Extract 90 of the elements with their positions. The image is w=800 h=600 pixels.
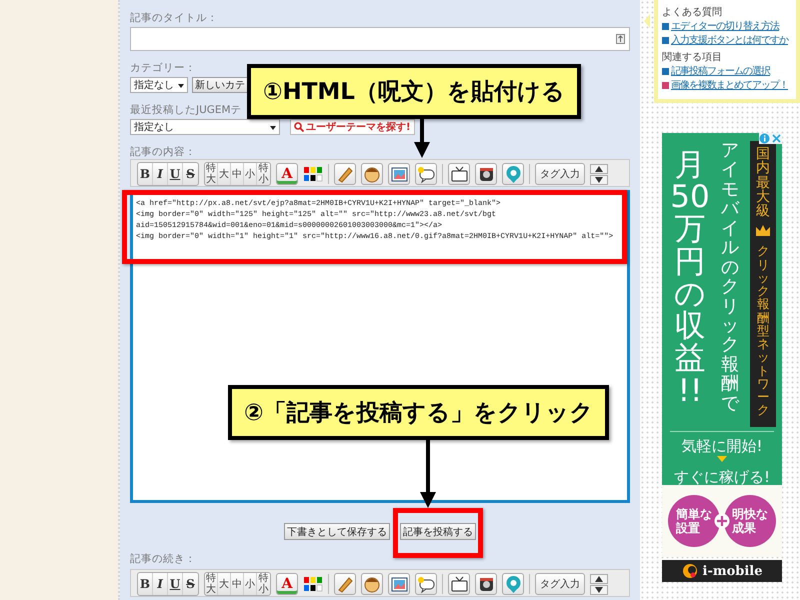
format-button[interactable]: I xyxy=(153,573,168,595)
face-icon xyxy=(362,164,382,184)
section-heading: よくある質問 xyxy=(662,6,723,19)
size-button[interactable]: 中 xyxy=(231,163,244,185)
format-button[interactable]: B xyxy=(138,573,153,595)
move-up-button[interactable] xyxy=(590,574,608,584)
field-label: カテゴリー： xyxy=(130,61,197,75)
size-button[interactable]: 小 xyxy=(244,573,257,595)
up-arrow-icon xyxy=(595,166,603,172)
move-up-button[interactable] xyxy=(590,164,608,174)
map-pin-icon xyxy=(504,574,522,594)
tv-icon xyxy=(450,164,468,184)
find-theme-label: ユーザーテーマを探す! xyxy=(306,120,411,134)
help-link[interactable]: エディターの切り替え方法 xyxy=(671,21,779,34)
format-button[interactable]: I xyxy=(153,163,168,185)
badge-text: クリック報酬型ネットワーク xyxy=(756,244,770,417)
ad-headline: 月50万円の収益!! xyxy=(670,149,710,411)
format-button[interactable]: S xyxy=(183,163,198,185)
expand-icon xyxy=(616,34,625,44)
toolbar-button[interactable] xyxy=(448,163,470,185)
font-color-button[interactable]: A xyxy=(276,163,298,185)
close-icon xyxy=(771,133,782,144)
move-down-button[interactable] xyxy=(590,174,608,184)
field-label: 記事の続き： xyxy=(130,552,197,566)
help-link[interactable]: 画像を複数まとめてアップ！ xyxy=(671,80,788,92)
speech-bubble-icon xyxy=(416,574,436,594)
toolbar-button[interactable] xyxy=(361,573,383,595)
toolbar-button[interactable] xyxy=(475,573,497,595)
size-button[interactable]: 特小 xyxy=(257,573,270,595)
callout-label: ②「記事を投稿する」をクリック xyxy=(228,385,610,440)
up-arrow-icon xyxy=(595,576,603,582)
toolbar-button[interactable] xyxy=(475,163,497,185)
find-theme-button[interactable]: ユーザーテーマを探す! xyxy=(290,119,415,135)
toolbar-button[interactable] xyxy=(415,573,437,595)
save-draft-button[interactable]: 下書きとして保存する xyxy=(284,523,390,540)
pen-icon xyxy=(336,164,354,184)
category-select[interactable]: 指定なし xyxy=(130,77,188,93)
speech-bubble-icon xyxy=(416,164,436,184)
format-button[interactable]: U xyxy=(168,573,183,595)
feature-bubble: 簡単な 設置 xyxy=(668,495,720,547)
map-pin-icon xyxy=(504,164,522,184)
theme-select[interactable]: 指定なし xyxy=(130,119,280,135)
format-button[interactable]: S xyxy=(183,573,198,595)
move-down-button[interactable] xyxy=(590,584,608,594)
size-button[interactable]: 中 xyxy=(231,573,244,595)
brand-name: i-mobile xyxy=(702,564,762,578)
size-button[interactable]: 特大 xyxy=(205,163,218,185)
image-icon xyxy=(390,574,408,594)
section-heading: 関連する項目 xyxy=(662,50,723,64)
field-label: 記事の内容： xyxy=(130,145,197,159)
brand-logo-icon xyxy=(682,563,698,579)
field-label: 記事のタイトル： xyxy=(130,11,219,25)
tv-icon xyxy=(450,574,468,594)
size-button[interactable]: 大 xyxy=(218,573,231,595)
feature-bubble: 明快な 成果 xyxy=(724,495,776,547)
down-arrow-icon xyxy=(595,176,603,182)
size-button[interactable]: 小 xyxy=(244,163,257,185)
help-link[interactable]: 記事投稿フォームの選択 xyxy=(671,66,770,78)
publish-button[interactable]: 記事を投稿する xyxy=(400,523,476,540)
size-button[interactable]: 特小 xyxy=(257,163,270,185)
size-button[interactable]: 特大 xyxy=(205,573,218,595)
image-icon xyxy=(390,164,408,184)
tag-input-button[interactable]: タグ入力 xyxy=(535,163,585,185)
color-palette-icon xyxy=(303,166,323,182)
new-category-button[interactable]: 新しいカテ xyxy=(192,77,248,93)
font-color-button[interactable]: A xyxy=(276,573,298,595)
tag-input-button[interactable]: タグ入力 xyxy=(535,573,585,595)
toolbar-button[interactable] xyxy=(388,163,410,185)
color-palette-icon xyxy=(303,576,323,592)
toolbar-button[interactable] xyxy=(415,163,437,185)
toolbar-button[interactable] xyxy=(361,163,383,185)
crown-icon xyxy=(755,224,771,238)
pen-icon xyxy=(336,574,354,594)
format-button[interactable]: U xyxy=(168,163,183,185)
toolbar-button[interactable] xyxy=(388,573,410,595)
face-icon xyxy=(362,574,382,594)
toolbar-button[interactable] xyxy=(448,573,470,595)
field-label: 最近投稿したJUGEMテ xyxy=(130,103,243,117)
format-button[interactable]: B xyxy=(138,163,153,185)
title-field[interactable] xyxy=(130,27,630,51)
size-button[interactable]: 大 xyxy=(218,163,231,185)
callout-label: ①HTML（呪文）を貼付ける xyxy=(247,64,581,119)
down-arrow-icon xyxy=(595,586,603,592)
info-icon xyxy=(759,133,770,144)
cta-text: すぐに稼げる! xyxy=(672,468,771,485)
ad-subline: アイモバイルのクリック報酬で xyxy=(721,141,739,416)
help-link[interactable]: 入力支援ボタンとは何ですか xyxy=(671,34,788,47)
badge-text: 国内最大級 xyxy=(756,147,770,218)
cta-text: 気軽に開始! xyxy=(680,438,764,454)
search-icon xyxy=(294,122,304,132)
